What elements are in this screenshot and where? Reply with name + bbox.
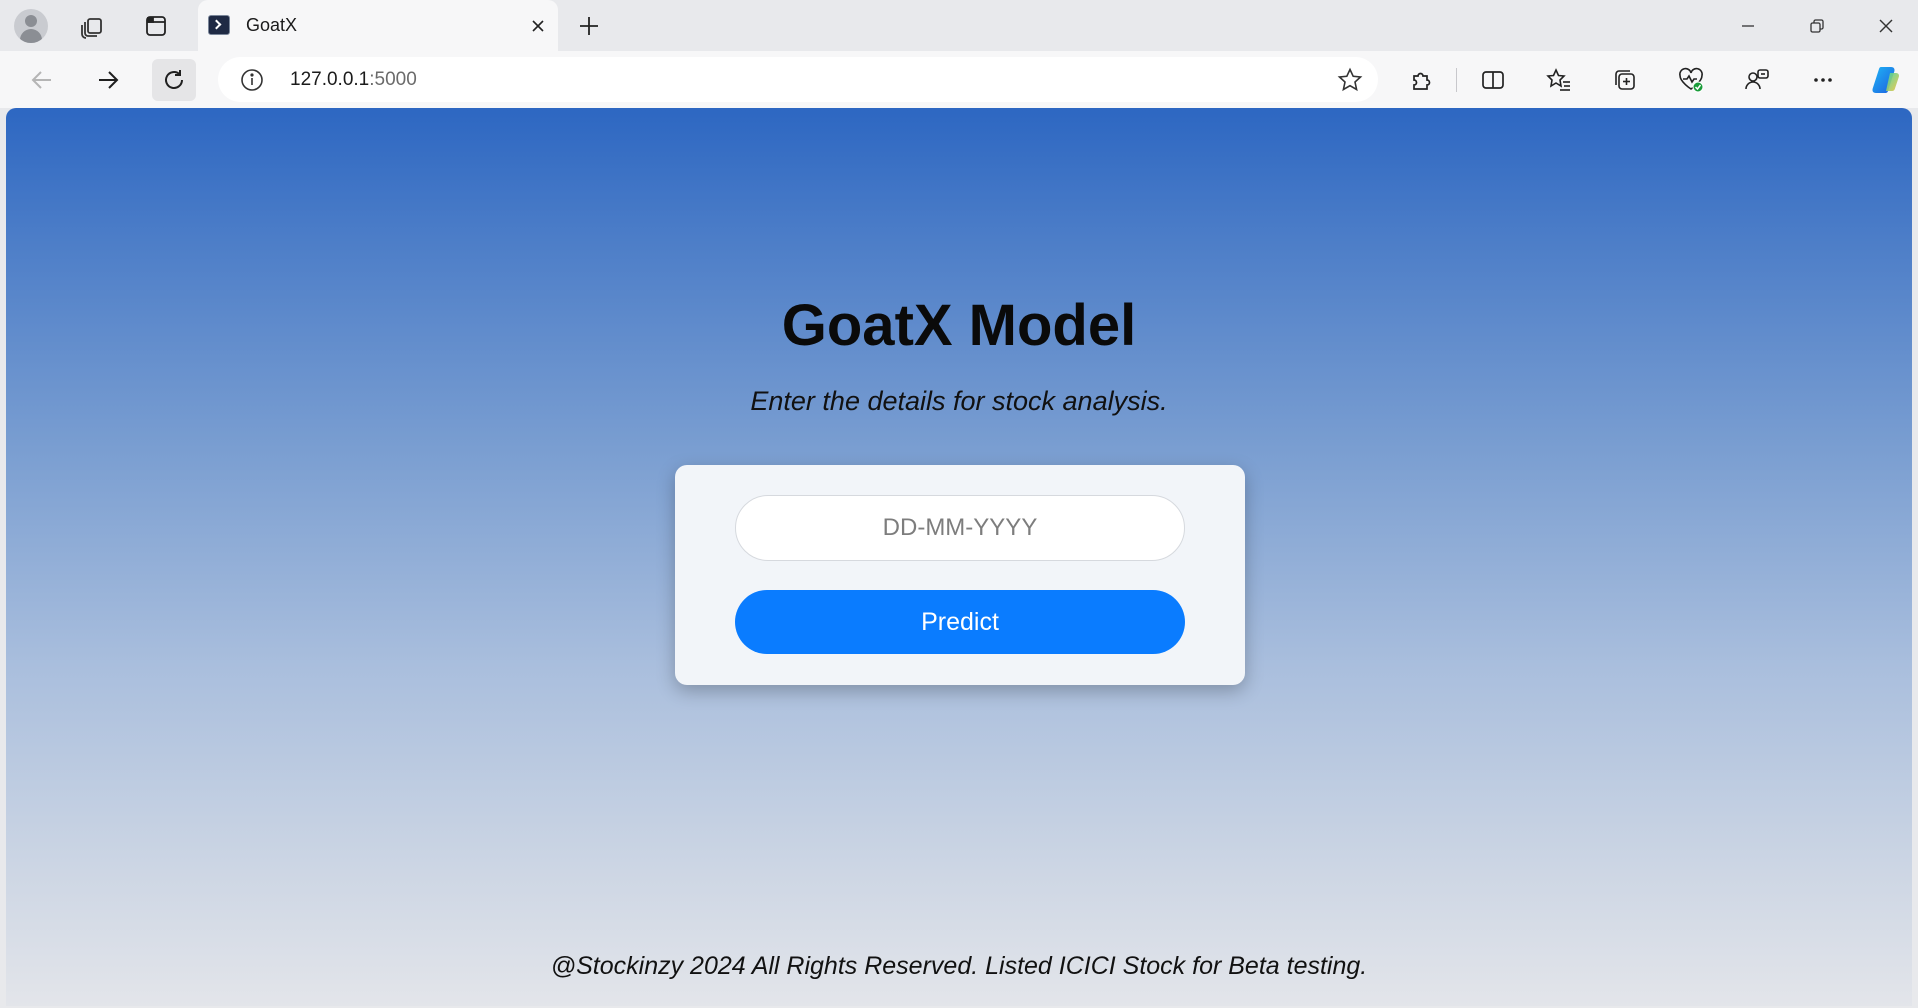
restore-button[interactable] (1782, 0, 1852, 51)
back-button[interactable] (20, 59, 64, 101)
forward-button[interactable] (86, 59, 130, 101)
puzzle-icon (1413, 72, 1431, 90)
split-screen-icon (1482, 71, 1504, 89)
tab-title: GoatX (246, 15, 298, 35)
split-screen-button[interactable] (1471, 59, 1515, 101)
footer-text: @Stockinzy 2024 All Rights Reserved. Lis… (550, 952, 1368, 980)
extensions-button[interactable] (1400, 59, 1444, 101)
browser-tab[interactable]: GoatX (198, 0, 558, 51)
predict-button[interactable]: Predict (735, 590, 1185, 654)
share-icon (1745, 69, 1769, 90)
toolbar-divider (1456, 68, 1457, 92)
more-button[interactable] (1801, 59, 1845, 101)
close-window-button[interactable] (1851, 0, 1918, 51)
arrow-right-icon (99, 71, 119, 89)
collections-button[interactable] (1603, 59, 1647, 101)
minimize-icon (1742, 24, 1754, 27)
minimize-button[interactable] (1713, 0, 1783, 51)
copilot-icon (1872, 67, 1900, 94)
favorites-icon (1546, 68, 1570, 91)
close-icon (1879, 19, 1893, 32)
prediction-form: Predict (675, 465, 1245, 685)
info-icon[interactable] (240, 68, 264, 92)
tab-strip: GoatX (0, 0, 1918, 51)
address-bar[interactable]: 127.0.0.1:5000 (218, 57, 1378, 102)
url-host: 127.0.0.1 (290, 69, 370, 90)
collections-icon (1615, 70, 1635, 90)
vertical-tabs-icon[interactable] (138, 8, 174, 44)
page-viewport: GoatX Model Enter the details for stock … (6, 108, 1912, 1006)
copilot-button[interactable] (1864, 59, 1908, 101)
refresh-button[interactable] (152, 59, 196, 101)
heart-pulse-icon (1679, 67, 1704, 93)
browser-toolbar: 127.0.0.1:5000 (0, 51, 1918, 108)
refresh-icon (165, 70, 183, 89)
browser-essentials-button[interactable] (1669, 59, 1713, 101)
arrow-left-icon (31, 71, 51, 89)
date-input[interactable] (735, 495, 1185, 561)
tab-close-icon[interactable] (526, 14, 550, 38)
page-title: GoatX Model (781, 293, 1137, 358)
profile-avatar-icon[interactable] (14, 9, 48, 43)
new-tab-button[interactable] (570, 8, 608, 44)
share-button[interactable] (1735, 59, 1779, 101)
page-subtitle: Enter the details for stock analysis. (750, 386, 1168, 416)
restore-icon (1810, 18, 1824, 33)
more-icon (1814, 78, 1832, 82)
terminal-icon (208, 15, 230, 35)
url-text: 127.0.0.1:5000 (290, 69, 417, 91)
favorites-button[interactable] (1537, 59, 1581, 101)
plus-icon (580, 17, 598, 35)
workspaces-icon[interactable] (74, 8, 110, 44)
star-icon[interactable] (1336, 66, 1364, 94)
url-port: :5000 (369, 69, 417, 90)
